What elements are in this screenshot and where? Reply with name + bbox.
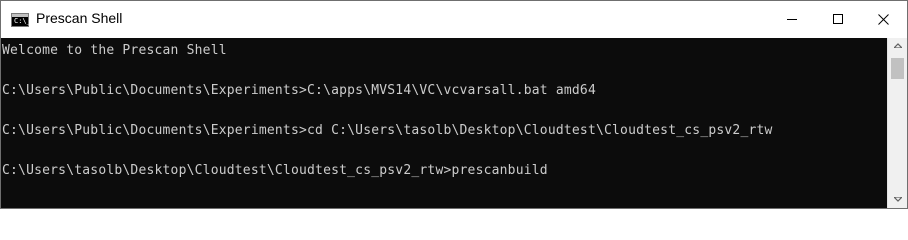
console-window: C:\_ Prescan Shell Welcome to the Presca… — [0, 0, 908, 209]
minimize-icon — [787, 19, 797, 20]
scroll-up-button[interactable] — [888, 38, 907, 55]
scroll-thumb[interactable] — [891, 58, 904, 79]
console-line: C:\Users\tasolb\Desktop\Cloudtest\Cloudt… — [2, 163, 548, 178]
icon-prompt-text: C:\_ — [14, 17, 31, 25]
scroll-down-button[interactable] — [888, 192, 907, 208]
window-title: Prescan Shell — [36, 10, 123, 26]
window-controls — [769, 1, 907, 38]
minimize-button[interactable] — [769, 1, 815, 38]
maximize-button[interactable] — [815, 1, 861, 38]
console-line: C:\Users\Public\Documents\Experiments>C:… — [2, 83, 596, 98]
title-bar[interactable]: C:\_ Prescan Shell — [1, 1, 907, 38]
close-button[interactable] — [861, 1, 907, 38]
scroll-down-arrow-icon — [894, 197, 902, 202]
close-icon — [878, 14, 889, 25]
scroll-up-arrow-icon — [894, 43, 902, 48]
console-line: Welcome to the Prescan Shell — [2, 43, 227, 58]
console-app-icon[interactable]: C:\_ — [11, 13, 31, 27]
vertical-scrollbar[interactable] — [887, 38, 907, 208]
console-line: C:\Users\Public\Documents\Experiments>cd… — [2, 123, 773, 138]
console-output[interactable]: Welcome to the Prescan Shell C:\Users\Pu… — [1, 38, 887, 208]
maximize-icon — [833, 14, 843, 24]
